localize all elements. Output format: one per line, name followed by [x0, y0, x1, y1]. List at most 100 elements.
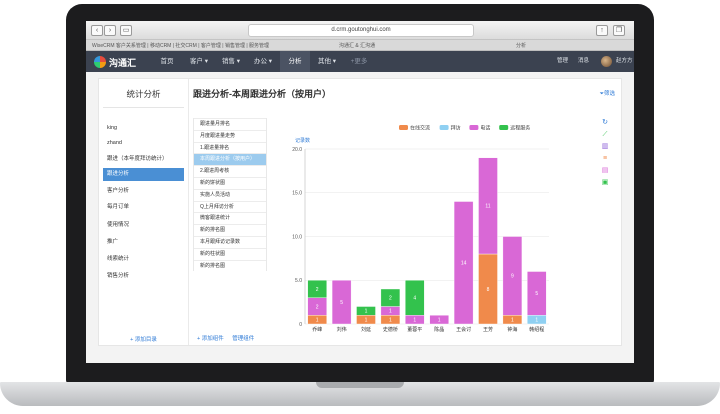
logo-icon — [94, 56, 106, 68]
stacked-bar-chart: 在线交流 拜访 电话 远程服务 记录数 05.010.015.020.0 122511… — [292, 125, 549, 333]
x-tick-label: 刘伟 — [337, 326, 347, 333]
directory-item[interactable]: 线索统计 — [103, 253, 184, 266]
y-tick-label: 5.0 — [295, 278, 302, 284]
x-tick-label: 陈晶 — [434, 326, 444, 333]
x-tick-label: 史德桥 — [383, 326, 398, 333]
component-item[interactable]: 新的柱状图 — [194, 247, 266, 260]
bar-value-label: 5 — [340, 300, 343, 306]
legend-swatch — [469, 125, 479, 130]
nav-more[interactable]: +更多 — [344, 51, 374, 72]
main-content: 统计分析 king zhand 跟进（本年度拜访统计） 跟进分析 客户分析 每月… — [98, 78, 622, 346]
directory-item[interactable]: king — [103, 122, 184, 135]
refresh-icon[interactable]: ↻ — [601, 119, 609, 126]
y-tick-label: 10.0 — [292, 234, 302, 240]
chart-legend: 在线交流 拜访 电话 远程服务 — [399, 125, 530, 132]
component-item[interactable]: 月度跟进量走势 — [194, 129, 266, 142]
legend-label: 拜访 — [451, 125, 461, 132]
nav-messages[interactable]: 消息 — [578, 51, 589, 72]
browser-tab[interactable]: WiseCRM 客户关系管理 | 移动CRM | 社交CRM | 客户管理 | … — [92, 42, 269, 49]
y-tick-label: 20.0 — [292, 147, 302, 153]
avatar[interactable] — [601, 56, 612, 67]
legend-label: 电话 — [480, 125, 490, 132]
x-tick-label: 钟海 — [507, 326, 517, 333]
logo[interactable]: 沟通汇 — [94, 55, 136, 69]
nav-office[interactable]: 办公 ▾ — [248, 51, 278, 72]
x-tick-label: 王会讨 — [456, 326, 471, 333]
nav-analysis[interactable]: 分析 — [280, 51, 310, 72]
sidebar-icon[interactable]: ▭ — [120, 25, 132, 36]
export-icon[interactable]: ▣ — [601, 179, 609, 186]
x-tick-label: 韩绍程 — [529, 326, 544, 333]
bar-value-label: 14 — [461, 261, 467, 267]
bar-value-label: 2 — [316, 287, 319, 293]
directory-item[interactable]: 跟进（本年度拜访统计） — [103, 153, 184, 166]
user-name[interactable]: 赵方方 — [616, 51, 633, 72]
url-bar[interactable]: d.crm.goutonghui.com — [248, 24, 474, 37]
legend-swatch — [439, 125, 449, 130]
back-icon[interactable]: ‹ — [91, 25, 103, 36]
directory-item[interactable]: 使用情况 — [103, 219, 184, 232]
bar-value-label: 4 — [413, 296, 416, 302]
bar-value-label: 2 — [316, 304, 319, 310]
share-icon[interactable]: ↑ — [596, 25, 608, 36]
list-icon[interactable]: ≡ — [601, 155, 609, 162]
directory-title: 统计分析 — [126, 89, 161, 99]
component-item[interactable]: 新的排名图 — [194, 224, 266, 236]
forward-icon[interactable]: › — [104, 25, 116, 36]
legend-label: 远程服务 — [510, 125, 530, 132]
page-title: 跟进分析-本周跟进分析（按用户） — [193, 89, 331, 99]
bar-value-label: 11 — [485, 204, 490, 210]
screen: ‹ › ▭ d.crm.goutonghui.com ↑ ❐ WiseCRM 客… — [86, 21, 634, 363]
divider — [103, 107, 184, 108]
nav-admin[interactable]: 管理 — [557, 51, 568, 72]
browser-tab[interactable]: 沟通汇 & 汇沟通 — [339, 42, 375, 49]
directory-item[interactable]: 推广 — [103, 236, 184, 249]
component-item[interactable]: 1.跟进量排名 — [194, 141, 266, 154]
legend-swatch — [499, 125, 509, 130]
component-item[interactable]: 跟进量月排名 — [194, 118, 266, 130]
component-item[interactable]: 微客跟进统计 — [194, 212, 266, 224]
browser-toolbar: ‹ › ▭ d.crm.goutonghui.com ↑ ❐ — [86, 21, 634, 40]
component-item[interactable]: 2.跟进周考核 — [194, 165, 266, 177]
bar-value-label: 2 — [389, 296, 392, 302]
bar-value-label: 8 — [487, 287, 490, 293]
component-item[interactable]: Q上月拜访分析 — [194, 200, 266, 213]
tabs-icon[interactable]: ❐ — [613, 25, 625, 36]
y-tick-label: 0 — [299, 322, 302, 328]
nav-sales[interactable]: 销售 ▾ — [216, 51, 246, 72]
manage-components-button[interactable]: 管理组件 — [232, 336, 254, 342]
directory-item[interactable]: 客户分析 — [103, 185, 184, 198]
add-directory-button[interactable]: + 添加目录 — [99, 335, 188, 343]
bar-value-label: 1 — [365, 309, 368, 315]
directory-item[interactable]: zhand — [103, 137, 184, 150]
component-item-active[interactable]: 本周跟进分析（按用户） — [194, 153, 266, 166]
component-item[interactable]: 实施人员活动 — [194, 188, 266, 201]
x-tick-label: 董蓉平 — [407, 326, 422, 333]
nav-other[interactable]: 其他 ▾ — [312, 51, 342, 72]
bar-chart-icon[interactable]: ▥ — [601, 143, 609, 150]
filter-button[interactable]: ⏷筛选 — [600, 89, 615, 98]
component-list: 跟进量月排名 月度跟进量走势 1.跟进量排名 本周跟进分析（按用户） 2.跟进周… — [193, 118, 267, 272]
component-item[interactable]: 本月跟拜访记录数 — [194, 235, 266, 248]
directory-item[interactable]: 每月订单 — [103, 201, 184, 214]
table-icon[interactable]: ▤ — [601, 167, 609, 174]
add-component-button[interactable]: + 添加组件 — [197, 336, 224, 342]
browser-tabs: WiseCRM 客户关系管理 | 移动CRM | 社交CRM | 客户管理 | … — [86, 40, 634, 51]
bar-value-label: 1 — [389, 309, 392, 315]
x-tick-label: 乔峰 — [312, 326, 322, 333]
x-tick-label: 王芳 — [483, 326, 493, 333]
directory-item[interactable]: 销售分析 — [103, 270, 184, 283]
legend-label: 在线交流 — [410, 125, 430, 132]
bar-value-label: 5 — [535, 291, 538, 297]
nav-home[interactable]: 首页 — [152, 51, 182, 72]
component-item[interactable]: 新的饼状图 — [194, 176, 266, 189]
bar-value-label: 9 — [511, 274, 514, 280]
y-axis-label: 记录数 — [295, 137, 310, 144]
directory-item-active[interactable]: 跟进分析 — [103, 168, 184, 181]
nav-customers[interactable]: 客户 ▾ — [184, 51, 214, 72]
line-chart-icon[interactable]: ⟋ — [601, 131, 609, 138]
legend-swatch — [399, 125, 408, 130]
browser-tab[interactable]: 分析 — [516, 42, 526, 49]
laptop-notch — [316, 382, 404, 388]
component-item[interactable]: 新的排名图 — [194, 259, 266, 272]
